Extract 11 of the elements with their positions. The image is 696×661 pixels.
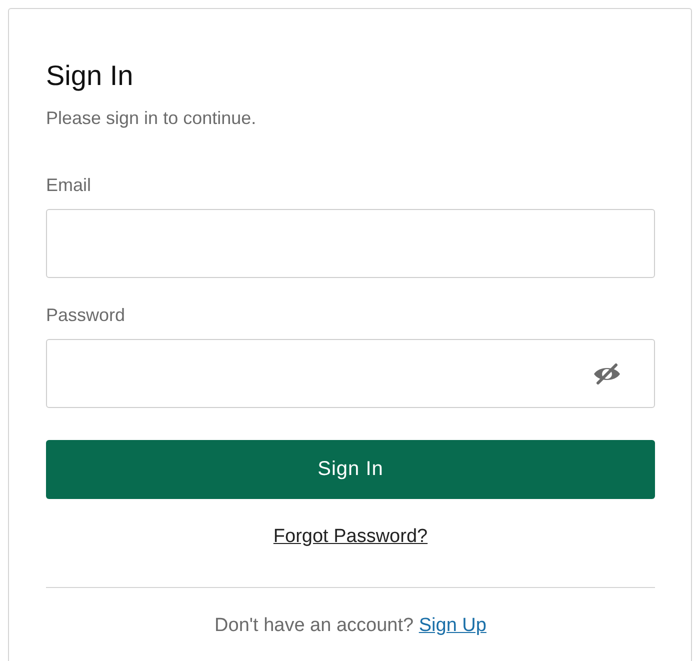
- field-label: Email: [46, 174, 92, 197]
- subtitle: Please sign in to continue.: [46, 106, 258, 130]
- password-field[interactable]: [46, 338, 655, 408]
- sign-up-prompt: Don't have an account? Sign Up: [214, 614, 488, 638]
- hide-password-icon[interactable]: [593, 362, 621, 385]
- forgot-password-link[interactable]: Forgot Password?: [273, 526, 428, 547]
- page-title: Sign In: [46, 59, 134, 93]
- sign-up-link[interactable]: Sign Up: [418, 615, 486, 636]
- sign-in-button[interactable]: Sign In: [46, 440, 655, 499]
- email-field[interactable]: [46, 208, 655, 278]
- field-label: Password: [46, 304, 126, 327]
